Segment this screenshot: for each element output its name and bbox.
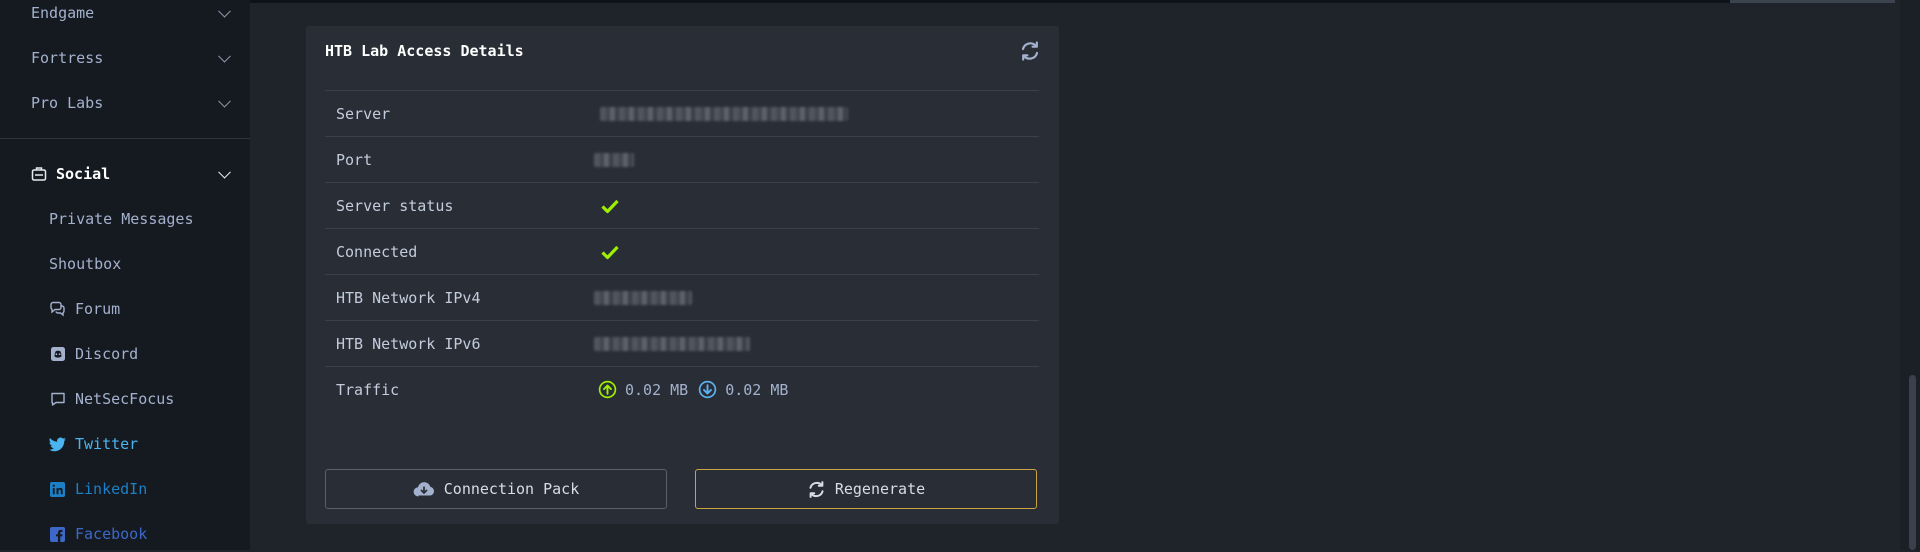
sidebar-item-fortress[interactable]: Fortress [0, 40, 250, 76]
linkedin-icon [49, 481, 66, 498]
forum-icon [49, 301, 66, 318]
regenerate-label: Regenerate [834, 480, 926, 498]
twitter-icon [49, 436, 66, 453]
table-row-port: Port [325, 136, 1039, 182]
page-scrollbar[interactable] [1900, 0, 1920, 550]
sidebar-item-label: Discord [75, 345, 139, 363]
sidebar-item-label: Pro Labs [31, 94, 104, 112]
row-label: HTB Network IPv6 [336, 334, 481, 353]
download-amount: 0.02 MB [725, 380, 789, 399]
cloud-download-icon [413, 481, 434, 496]
sidebar-item-twitter[interactable]: Twitter [0, 426, 250, 462]
regenerate-button[interactable]: Regenerate [695, 469, 1037, 509]
checkmark-icon [601, 245, 619, 259]
chat-bubble-icon [49, 391, 66, 408]
sidebar-item-label: Endgame [31, 4, 95, 22]
top-bar-accent [1730, 0, 1895, 3]
connection-pack-label: Connection Pack [443, 480, 580, 498]
social-icon [31, 166, 47, 182]
sidebar-item-label: Facebook [75, 525, 148, 543]
scrollbar-thumb[interactable] [1909, 375, 1916, 550]
download-arrow-icon [698, 380, 717, 399]
sidebar-item-label: Private Messages [49, 210, 194, 228]
sidebar-section-label: Social [56, 165, 111, 183]
top-bar [250, 0, 1895, 3]
facebook-icon [49, 526, 66, 543]
sidebar-item-endgame[interactable]: Endgame [0, 0, 250, 31]
row-label: Connected [336, 242, 418, 261]
sidebar-item-label: Shoutbox [49, 255, 122, 273]
regenerate-icon [809, 480, 824, 498]
sidebar-item-discord[interactable]: Discord [0, 336, 250, 372]
port-value-redacted [594, 152, 634, 167]
connection-pack-button[interactable]: Connection Pack [325, 469, 667, 509]
checkmark-icon [601, 199, 619, 213]
server-status-value [594, 196, 620, 216]
upload-arrow-icon [598, 380, 617, 399]
sidebar-item-label: NetSecFocus [75, 390, 175, 408]
lab-access-card: HTB Lab Access Details Server Port Serve… [306, 26, 1059, 524]
sidebar-item-shoutbox[interactable]: Shoutbox [0, 246, 250, 282]
table-row-ipv6: HTB Network IPv6 [325, 320, 1039, 366]
sidebar-item-forum[interactable]: Forum [0, 291, 250, 327]
sidebar-divider [0, 138, 250, 139]
row-label: Server status [336, 196, 454, 215]
table-row-server: Server [325, 90, 1039, 136]
sidebar-item-pro-labs[interactable]: Pro Labs [0, 85, 250, 121]
discord-icon [49, 346, 66, 363]
upload-amount: 0.02 MB [625, 380, 689, 399]
chevron-down-icon [218, 165, 231, 179]
sidebar: Endgame Fortress Pro Labs Social Private… [0, 0, 250, 550]
chevron-down-icon [218, 94, 231, 108]
chevron-down-icon [218, 4, 231, 18]
table-row-ipv4: HTB Network IPv4 [325, 274, 1039, 320]
sidebar-item-linkedin[interactable]: LinkedIn [0, 471, 250, 507]
sidebar-item-label: Fortress [31, 49, 104, 67]
server-value-redacted [600, 106, 848, 121]
row-label: Server [336, 104, 391, 123]
card-title: HTB Lab Access Details [325, 42, 524, 60]
table-row-server-status: Server status [325, 182, 1039, 228]
sidebar-item-label: Twitter [75, 435, 139, 453]
sidebar-section-social[interactable]: Social [0, 156, 250, 192]
refresh-icon[interactable] [1019, 40, 1041, 62]
details-table: Server Port Server status Connected HTB … [325, 90, 1039, 412]
ipv4-value-redacted [594, 290, 692, 305]
sidebar-item-facebook[interactable]: Facebook [0, 516, 250, 552]
ipv6-value-redacted [594, 336, 750, 351]
sidebar-item-label: LinkedIn [75, 480, 148, 498]
table-row-connected: Connected [325, 228, 1039, 274]
traffic-value: 0.02 MB 0.02 MB [598, 380, 798, 399]
row-label: Port [336, 150, 373, 169]
connected-value [594, 242, 620, 262]
row-label: Traffic [336, 380, 400, 399]
sidebar-item-netsecfocus[interactable]: NetSecFocus [0, 381, 250, 417]
chevron-down-icon [218, 49, 231, 63]
sidebar-item-label: Forum [75, 300, 121, 318]
row-label: HTB Network IPv4 [336, 288, 481, 307]
sidebar-item-private-messages[interactable]: Private Messages [0, 201, 250, 237]
table-row-traffic: Traffic 0.02 MB 0.02 MB [325, 366, 1039, 412]
